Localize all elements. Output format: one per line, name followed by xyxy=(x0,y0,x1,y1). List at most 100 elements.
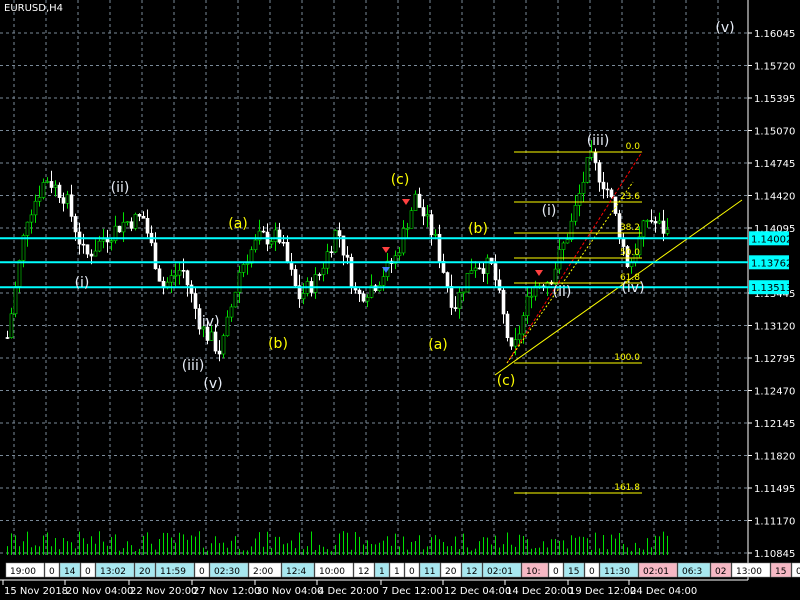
candle xyxy=(285,235,290,264)
candle-body xyxy=(409,210,414,229)
candle xyxy=(241,261,246,278)
price-tag-label: 1.13513 xyxy=(751,283,792,294)
session-box: 0 xyxy=(80,562,96,578)
candle xyxy=(357,288,362,302)
candle xyxy=(73,213,78,241)
price-tick-label: 1.12795 xyxy=(754,354,795,365)
session-box-label: 02:01 xyxy=(487,567,513,577)
candle-body xyxy=(497,279,502,291)
candle-body xyxy=(85,244,90,255)
wave-label: (iii) xyxy=(182,358,205,374)
candle xyxy=(273,222,278,252)
candle-body xyxy=(657,220,662,224)
signal-arrow-icon xyxy=(535,270,543,276)
time-label: 24 Dec 04:00 xyxy=(630,586,697,597)
candle-body xyxy=(585,157,590,183)
candle-body xyxy=(177,270,182,276)
candle-body xyxy=(573,205,578,222)
candle-body xyxy=(229,306,234,318)
candle xyxy=(513,327,518,356)
session-box: 20 xyxy=(134,562,156,578)
candle-body xyxy=(449,286,454,308)
candle xyxy=(597,159,602,192)
candle xyxy=(389,258,394,273)
candle-body xyxy=(233,291,238,308)
candle xyxy=(117,225,122,233)
candle-body xyxy=(125,221,130,223)
wave-label: (i) xyxy=(75,275,90,291)
candle-body xyxy=(621,238,626,247)
candle xyxy=(53,180,58,197)
session-box: 12 xyxy=(353,562,375,578)
candle-body xyxy=(461,291,466,294)
price-chart[interactable]: 1.16045 1.15720 1.15395 1.15070 1.14745 1.144… xyxy=(0,0,800,600)
candle xyxy=(317,272,322,281)
candle-body xyxy=(145,218,150,234)
fib-level-label: 38.2 xyxy=(620,223,640,233)
time-label: 7 Dec 12:00 xyxy=(382,586,443,597)
price-tick-label: 1.11820 xyxy=(754,452,795,463)
candle xyxy=(169,269,174,294)
candle-body xyxy=(577,193,582,206)
candle-body xyxy=(249,249,254,264)
candle xyxy=(385,253,390,281)
candle-body xyxy=(433,233,438,236)
candle-body xyxy=(101,239,106,242)
candle-body xyxy=(13,286,18,315)
candle-body xyxy=(345,254,350,258)
session-box: 14 xyxy=(59,562,81,578)
candle xyxy=(25,221,30,247)
candle xyxy=(49,170,54,194)
candle xyxy=(65,190,70,209)
candle xyxy=(557,238,562,274)
chart-window[interactable]: 1.16045 1.15720 1.15395 1.15070 1.14745 1.144… xyxy=(0,0,800,600)
candle xyxy=(441,253,446,274)
candle-body xyxy=(293,269,298,286)
candle-body xyxy=(329,251,334,254)
candle xyxy=(501,286,506,324)
candle xyxy=(5,330,10,340)
candle xyxy=(393,250,398,270)
candle-body xyxy=(153,242,158,270)
candle xyxy=(41,178,46,200)
session-box: 15 xyxy=(770,562,792,578)
candle xyxy=(57,182,62,204)
session-box: 02:01 xyxy=(638,562,678,578)
session-box-label: 0 xyxy=(85,567,91,577)
candle xyxy=(329,245,334,258)
candle xyxy=(149,225,154,247)
wave-label: (c) xyxy=(391,172,410,188)
wave-label: (a) xyxy=(428,337,448,353)
session-box-label: 15 xyxy=(568,567,579,577)
candle xyxy=(297,274,302,308)
candle-body xyxy=(53,184,58,188)
candle xyxy=(229,303,234,322)
candle xyxy=(85,244,90,258)
candle xyxy=(649,209,654,224)
session-box-label: 1 xyxy=(394,567,400,577)
session-box: 02:30 xyxy=(209,562,249,578)
session-box: 12:4 xyxy=(281,562,315,578)
session-box-label: 0 xyxy=(796,567,800,577)
candle xyxy=(37,185,42,207)
candle-body xyxy=(133,214,138,229)
candle xyxy=(477,262,482,270)
session-box-label: 2:00 xyxy=(253,567,273,577)
candle xyxy=(445,271,450,293)
wave-label: (c) xyxy=(497,373,516,389)
candle-body xyxy=(217,350,222,355)
wave-label: (iv) xyxy=(196,314,219,330)
time-label: 19 Dec 12:00 xyxy=(569,586,636,597)
candle-body xyxy=(429,214,434,236)
candle-body xyxy=(405,227,410,230)
candle-body xyxy=(317,274,322,276)
candle xyxy=(161,276,166,295)
candle-body xyxy=(89,253,94,257)
candle xyxy=(157,265,162,282)
session-box: 02 xyxy=(710,562,732,578)
candle-body xyxy=(261,230,266,233)
session-box: 20 xyxy=(440,562,462,578)
candle-body xyxy=(121,221,126,233)
candle xyxy=(249,246,254,268)
session-box: 19:00 xyxy=(5,562,45,578)
